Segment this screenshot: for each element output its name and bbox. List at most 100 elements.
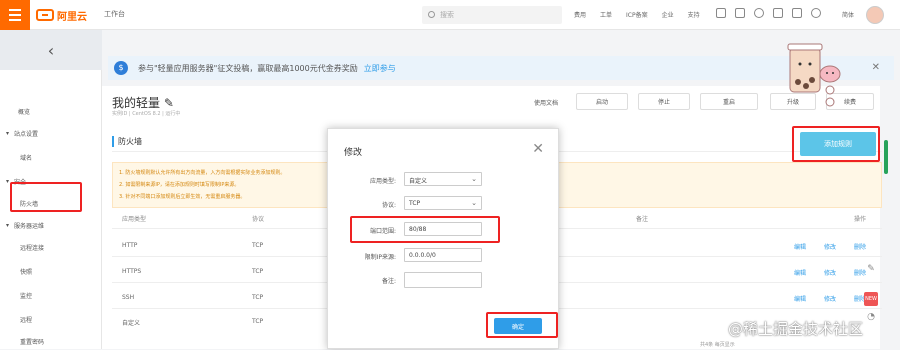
notice-line: 2. 如需限制来源IP，请在添加规则时填写限制IP来源。 [119, 182, 240, 188]
row-action-modify[interactable]: 修改 [824, 268, 836, 277]
table-row-app: HTTPS [122, 268, 142, 275]
help-doc-link[interactable]: 使用文档 [534, 98, 558, 107]
row-action-modify[interactable]: 修改 [824, 294, 836, 303]
brand-logo[interactable]: 阿里云 [36, 8, 87, 23]
notice-line: 1. 防火墙规则默认允许所有出方向流量，入方向需根据实际业务添加规则。 [119, 170, 286, 176]
back-button[interactable]: ‹ [0, 30, 102, 70]
top-bar: 阿里云 工作台 搜索 费用 工单 ICP备案 企业 支持 简体 [0, 0, 900, 30]
sidebar: ‹ 概览 站点设置 域名 安全 防火墙 服务器运维 远程连接 快照 监控 远程 … [0, 30, 102, 349]
new-badge-icon[interactable]: NEW [864, 292, 878, 306]
field-label-ip-source: 限制IP来源: [364, 254, 396, 261]
nav-icp[interactable]: ICP备案 [626, 10, 648, 19]
terminal-icon[interactable] [716, 8, 726, 18]
page-title: 我的轻量 ✎ [112, 94, 174, 111]
remote-connect-button[interactable] [768, 93, 769, 110]
code-icon[interactable] [792, 8, 802, 18]
highlight-box-confirm [486, 312, 558, 338]
promo-banner: $ 参与"轻量应用服务器"征文投稿，赢取最高1000元代金券奖励 立即参与 ✕ [108, 56, 894, 80]
nav-enterprise[interactable]: 企业 [662, 10, 674, 19]
search-icon [428, 11, 435, 18]
app-type-value: 自定义 [409, 178, 428, 185]
highlight-box-add-rule [792, 126, 880, 162]
message-icon[interactable] [735, 8, 745, 18]
sidebar-group-label: 服务器运维 [14, 222, 45, 230]
aliyun-logo-icon [36, 9, 54, 21]
banner-text: 参与"轻量应用服务器"征文投稿，赢取最高1000元代金券奖励 [138, 63, 358, 73]
table-row-app: HTTP [122, 242, 138, 249]
highlight-box-firewall [10, 182, 82, 212]
ip-source-value: 0.0.0.0/0 [409, 252, 436, 259]
search-input[interactable]: 搜索 [422, 6, 562, 24]
field-label-remark: 备注: [381, 278, 396, 285]
highlight-box-port-range [350, 216, 500, 243]
stop-button[interactable]: 停止 [638, 93, 690, 110]
mascot-illustration [787, 43, 841, 107]
field-label-protocol: 协议: [381, 202, 396, 209]
instance-info: 实例ID | CentOS 8.2 | 运行中 [112, 111, 181, 117]
pagination: 共4条 每页显示 [700, 342, 735, 348]
search-placeholder: 搜索 [440, 11, 454, 19]
restart-button[interactable]: 重启 [700, 93, 758, 110]
column-header-action: 操作 [854, 216, 867, 223]
ip-source-input[interactable]: 0.0.0.0/0 [404, 248, 482, 262]
chevron-down-icon: ⌄ [471, 175, 477, 183]
edit-icon[interactable]: ✎ [164, 96, 174, 110]
column-header-remark: 备注 [636, 216, 649, 223]
workbench-link[interactable]: 工作台 [104, 9, 125, 19]
page-title-text: 我的轻量 [112, 96, 161, 110]
close-icon[interactable]: ✕ [532, 141, 544, 157]
banner-link[interactable]: 立即参与 [364, 63, 396, 74]
sidebar-item-monitor[interactable]: 监控 [0, 286, 102, 304]
protocol-value: TCP [409, 200, 421, 207]
app-type-select[interactable]: 自定义 ⌄ [404, 172, 482, 186]
firewall-label: 防火墙 [112, 136, 142, 147]
table-row-protocol: TCP [252, 242, 264, 249]
cart-icon[interactable] [773, 8, 783, 18]
row-action-delete[interactable]: 删除 [854, 242, 866, 251]
field-label-app-type: 应用类型: [369, 178, 396, 185]
row-action-modify[interactable]: 修改 [824, 242, 836, 251]
sidebar-group-ops[interactable]: 服务器运维 [0, 216, 102, 234]
start-button[interactable]: 启动 [576, 93, 628, 110]
table-row-app: SSH [122, 294, 135, 301]
chat-icon[interactable]: ◔ [864, 312, 878, 326]
sidebar-item-snapshot[interactable]: 快照 [0, 262, 102, 280]
row-action-edit[interactable]: 编辑 [794, 268, 806, 277]
bell-icon[interactable] [754, 8, 764, 18]
sidebar-item-overview[interactable]: 概览 [0, 102, 102, 120]
nav-support[interactable]: 支持 [688, 10, 700, 19]
notice-line: 3. 针对不同端口添加规则后立即生效，无需重启服务器。 [119, 194, 246, 200]
protocol-select[interactable]: TCP ⌄ [404, 196, 482, 210]
sidebar-item-reset-password[interactable]: 重置密码 [0, 332, 102, 350]
brand-name: 阿里云 [57, 11, 87, 23]
feedback-icon[interactable]: ✎ [864, 264, 878, 278]
scrollbar[interactable] [884, 140, 888, 174]
sidebar-group-label: 站点设置 [14, 130, 39, 138]
sidebar-item-remote[interactable]: 远程连接 [0, 238, 102, 256]
top-icons [716, 8, 821, 18]
help-icon[interactable] [811, 8, 821, 18]
dialog-title: 修改 [344, 148, 363, 158]
info-icon: $ [114, 61, 128, 75]
table-row-app: 自定义 [122, 320, 141, 327]
chevron-left-icon: ‹ [47, 40, 55, 60]
sidebar-item-domain[interactable]: 域名 [0, 148, 102, 166]
nav-ticket[interactable]: 工单 [600, 10, 612, 19]
chevron-down-icon: ⌄ [471, 199, 477, 207]
table-row-protocol: TCP [252, 294, 264, 301]
avatar[interactable] [866, 6, 884, 24]
language-switch[interactable]: 简体 [842, 10, 854, 19]
remark-input[interactable] [404, 272, 482, 288]
close-icon[interactable]: ✕ [872, 62, 880, 73]
sidebar-group-site[interactable]: 站点设置 [0, 124, 102, 142]
sidebar-item-remote2[interactable]: 远程 [0, 310, 102, 328]
hamburger-menu-icon[interactable] [0, 0, 30, 30]
column-header-app: 应用类型 [122, 216, 147, 223]
row-action-edit[interactable]: 编辑 [794, 242, 806, 251]
top-nav: 费用 工单 ICP备案 企业 支持 [574, 10, 700, 19]
table-row-protocol: TCP [252, 268, 264, 275]
nav-cost[interactable]: 费用 [574, 10, 586, 19]
watermark: @稀土掘金技术社区 [728, 320, 864, 338]
row-action-edit[interactable]: 编辑 [794, 294, 806, 303]
table-row-protocol: TCP [252, 318, 264, 325]
